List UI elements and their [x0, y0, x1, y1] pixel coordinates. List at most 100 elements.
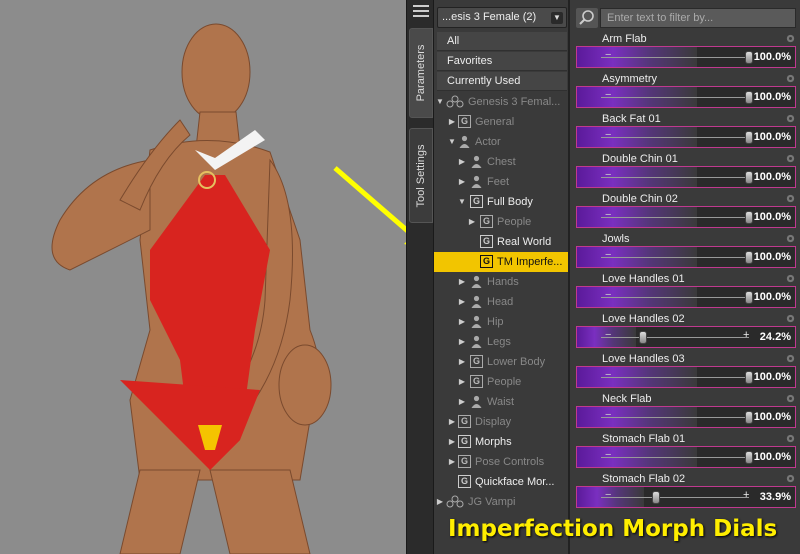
dial-knob[interactable] [745, 131, 753, 144]
3d-viewport[interactable] [0, 0, 406, 554]
expand-arrow-icon[interactable]: ▶ [448, 112, 456, 132]
increment-icon[interactable]: + [743, 329, 749, 341]
expand-arrow-icon[interactable]: ▶ [458, 392, 466, 412]
dial-slider[interactable]: −+100.0% [576, 406, 796, 428]
dial-knob[interactable] [745, 411, 753, 424]
gear-icon[interactable] [785, 193, 796, 204]
gear-icon[interactable] [785, 113, 796, 124]
dial-knob[interactable] [745, 291, 753, 304]
gear-icon[interactable] [785, 313, 796, 324]
tree-item[interactable]: ▼ G Full Body [434, 192, 568, 212]
dial-value[interactable]: 100.0% [754, 371, 791, 383]
expand-arrow-icon[interactable]: ▶ [448, 452, 456, 472]
tree-item[interactable]: ▶ Head [434, 292, 568, 312]
tree-item[interactable]: ▶ Waist [434, 392, 568, 412]
figure-selector[interactable]: ...esis 3 Female (2) ▼ [437, 7, 567, 28]
tree-item[interactable]: ▶ G Pose Controls [434, 452, 568, 472]
dial-value[interactable]: 100.0% [754, 91, 791, 103]
tree-item[interactable]: ▼ Actor [434, 132, 568, 152]
increment-icon[interactable]: + [743, 489, 749, 501]
search-icon[interactable] [576, 8, 598, 28]
tab-parameters[interactable]: Parameters [409, 28, 433, 118]
panel-menu-icon[interactable] [413, 4, 429, 18]
expand-arrow-icon[interactable]: ▶ [468, 212, 476, 232]
tree-item[interactable]: ▶ JG Vampi [434, 492, 568, 512]
expand-arrow-icon[interactable]: ▶ [458, 332, 466, 352]
dial-value[interactable]: 100.0% [754, 51, 791, 63]
dial-slider[interactable]: −+100.0% [576, 126, 796, 148]
dial-value[interactable]: 100.0% [754, 211, 791, 223]
tree-item[interactable]: ▶ G Display [434, 412, 568, 432]
filter-search-input[interactable] [600, 8, 796, 28]
tree-item[interactable]: ▶ Legs [434, 332, 568, 352]
dial-knob[interactable] [745, 171, 753, 184]
tree-item[interactable]: ▼ Genesis 3 Femal... [434, 92, 568, 112]
expand-arrow-icon[interactable]: ▶ [458, 152, 466, 172]
dial-value[interactable]: 100.0% [754, 251, 791, 263]
dial-slider[interactable]: − +33.9% [576, 486, 796, 508]
gear-icon[interactable] [785, 473, 796, 484]
dial-knob[interactable] [652, 491, 660, 504]
dial-knob[interactable] [745, 371, 753, 384]
tree-item[interactable]: ▶ G Lower Body [434, 352, 568, 372]
tree-item[interactable]: ▶ G Morphs [434, 432, 568, 452]
gear-icon[interactable] [785, 273, 796, 284]
dial-knob[interactable] [639, 331, 647, 344]
decrement-icon[interactable]: − [605, 89, 611, 101]
expand-arrow-icon[interactable]: ▶ [448, 412, 456, 432]
dial-slider[interactable]: −+100.0% [576, 246, 796, 268]
expand-arrow-icon[interactable]: ▶ [436, 492, 444, 512]
dial-slider[interactable]: −+100.0% [576, 206, 796, 228]
dial-slider[interactable]: −+100.0% [576, 286, 796, 308]
decrement-icon[interactable]: − [605, 329, 611, 341]
filter-currently-used[interactable]: Currently Used [437, 72, 567, 91]
collapse-arrow-icon[interactable]: ▼ [448, 132, 456, 152]
gear-icon[interactable] [785, 153, 796, 164]
dial-slider[interactable]: −+100.0% [576, 446, 796, 468]
decrement-icon[interactable]: − [605, 49, 611, 61]
collapse-arrow-icon[interactable]: ▼ [458, 192, 466, 212]
decrement-icon[interactable]: − [605, 449, 611, 461]
dial-knob[interactable] [745, 251, 753, 264]
decrement-icon[interactable]: − [605, 209, 611, 221]
collapse-arrow-icon[interactable]: ▼ [436, 92, 444, 112]
dial-value[interactable]: 24.2% [760, 331, 791, 343]
gear-icon[interactable] [785, 73, 796, 84]
gear-icon[interactable] [785, 353, 796, 364]
gear-icon[interactable] [785, 233, 796, 244]
filter-all[interactable]: All [437, 32, 567, 51]
tree-item[interactable]: G Real World [434, 232, 568, 252]
decrement-icon[interactable]: − [605, 129, 611, 141]
gear-icon[interactable] [785, 33, 796, 44]
gear-icon[interactable] [785, 433, 796, 444]
decrement-icon[interactable]: − [605, 409, 611, 421]
expand-arrow-icon[interactable]: ▶ [458, 372, 466, 392]
dial-knob[interactable] [745, 211, 753, 224]
dial-value[interactable]: 100.0% [754, 171, 791, 183]
dial-value[interactable]: 100.0% [754, 411, 791, 423]
dial-knob[interactable] [745, 91, 753, 104]
expand-arrow-icon[interactable]: ▶ [448, 432, 456, 452]
dial-slider[interactable]: −+100.0% [576, 46, 796, 68]
filter-favorites[interactable]: Favorites [437, 52, 567, 71]
dial-slider[interactable]: −+100.0% [576, 86, 796, 108]
tree-item[interactable]: ▶ Hands [434, 272, 568, 292]
expand-arrow-icon[interactable]: ▶ [458, 312, 466, 332]
tree-item[interactable]: ▶ Chest [434, 152, 568, 172]
expand-arrow-icon[interactable]: ▶ [458, 272, 466, 292]
tree-item[interactable]: ▶ G General [434, 112, 568, 132]
tree-item[interactable]: ▶ G People [434, 212, 568, 232]
dial-value[interactable]: 33.9% [760, 491, 791, 503]
expand-arrow-icon[interactable]: ▶ [458, 352, 466, 372]
dial-slider[interactable]: −+100.0% [576, 366, 796, 388]
decrement-icon[interactable]: − [605, 489, 611, 501]
expand-arrow-icon[interactable]: ▶ [458, 172, 466, 192]
dial-knob[interactable] [745, 51, 753, 64]
tree-item[interactable]: G TM Imperfe... [434, 252, 568, 272]
tree-item[interactable]: ▶ Hip [434, 312, 568, 332]
dial-knob[interactable] [745, 451, 753, 464]
decrement-icon[interactable]: − [605, 249, 611, 261]
dial-value[interactable]: 100.0% [754, 291, 791, 303]
tree-item[interactable]: G Quickface Mor... [434, 472, 568, 492]
expand-arrow-icon[interactable]: ▶ [458, 292, 466, 312]
